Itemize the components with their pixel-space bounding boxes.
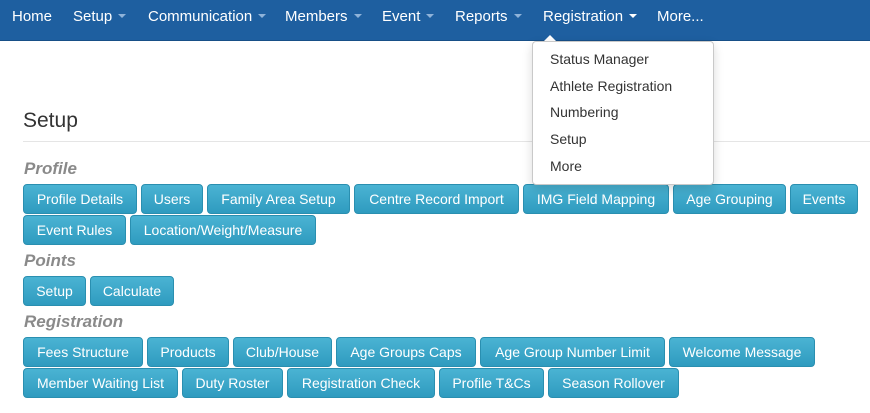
member-waiting-list-button[interactable]: Member Waiting List (23, 368, 178, 398)
chevron-down-icon (513, 14, 522, 19)
fees-structure-button[interactable]: Fees Structure (23, 337, 143, 367)
events-button[interactable]: Events (790, 184, 858, 214)
menu-item-setup[interactable]: Setup (550, 131, 587, 147)
nav-event[interactable]: Event (382, 0, 435, 41)
nav-setup[interactable]: Setup (73, 0, 127, 41)
menu-item-numbering[interactable]: Numbering (550, 104, 618, 120)
title-divider (23, 141, 870, 142)
nav-registration[interactable]: Registration (543, 0, 638, 41)
chevron-down-icon (426, 14, 435, 19)
nav-communication[interactable]: Communication (148, 0, 267, 41)
event-rules-button[interactable]: Event Rules (23, 215, 126, 245)
nav-home-label: Home (12, 8, 53, 25)
menu-item-athlete-registration[interactable]: Athlete Registration (550, 78, 672, 94)
points-setup-button[interactable]: Setup (23, 276, 86, 306)
top-navbar: Home Setup Communication Members Event R… (0, 0, 870, 41)
location-weight-measure-button[interactable]: Location/Weight/Measure (130, 215, 316, 245)
calculate-button[interactable]: Calculate (90, 276, 174, 306)
welcome-message-button[interactable]: Welcome Message (669, 337, 815, 367)
nav-reports[interactable]: Reports (455, 0, 522, 41)
nav-registration-label: Registration (543, 8, 624, 25)
nav-event-label: Event (382, 8, 421, 25)
nav-members[interactable]: Members (285, 0, 362, 41)
profile-details-button[interactable]: Profile Details (23, 184, 137, 214)
nav-more[interactable]: More... (657, 0, 704, 41)
season-rollover-button[interactable]: Season Rollover (548, 368, 679, 398)
chevron-down-icon (118, 14, 127, 19)
users-button[interactable]: Users (141, 184, 203, 214)
img-field-mapping-button[interactable]: IMG Field Mapping (523, 184, 669, 214)
chevron-down-icon (353, 14, 362, 19)
nav-more-label: More... (657, 8, 704, 25)
nav-home[interactable]: Home (12, 0, 52, 41)
profile-tcs-button[interactable]: Profile T&Cs (439, 368, 544, 398)
age-grouping-button[interactable]: Age Grouping (673, 184, 786, 214)
age-groups-caps-button[interactable]: Age Groups Caps (336, 337, 476, 367)
section-label-profile: Profile (24, 159, 77, 178)
club-house-button[interactable]: Club/House (233, 337, 332, 367)
registration-check-button[interactable]: Registration Check (287, 368, 435, 398)
section-label-registration: Registration (24, 312, 124, 331)
chevron-down-icon (258, 14, 267, 19)
age-group-number-limit-button[interactable]: Age Group Number Limit (480, 337, 665, 367)
centre-record-import-button[interactable]: Centre Record Import (354, 184, 519, 214)
registration-dropdown-menu: Status Manager Athlete Registration Numb… (532, 41, 714, 185)
nav-communication-label: Communication (148, 8, 253, 25)
menu-item-status-manager[interactable]: Status Manager (550, 51, 649, 67)
products-button[interactable]: Products (147, 337, 229, 367)
nav-members-label: Members (285, 8, 348, 25)
chevron-down-icon (629, 14, 638, 19)
nav-setup-label: Setup (73, 8, 113, 25)
family-area-setup-button[interactable]: Family Area Setup (207, 184, 350, 214)
nav-reports-label: Reports (455, 8, 508, 25)
duty-roster-button[interactable]: Duty Roster (182, 368, 283, 398)
section-label-points: Points (24, 251, 76, 270)
page-title: Setup (23, 109, 78, 132)
menu-item-more[interactable]: More (550, 158, 582, 174)
